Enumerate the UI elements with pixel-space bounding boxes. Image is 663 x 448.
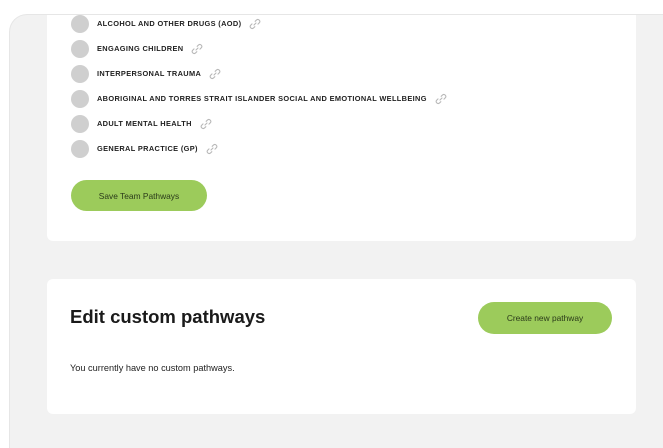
pathway-label: GENERAL PRACTICE (GP) — [97, 144, 198, 153]
pathway-radio[interactable] — [71, 114, 89, 133]
pathway-radio[interactable] — [71, 89, 89, 108]
empty-state-message: You currently have no custom pathways. — [70, 363, 235, 373]
pathway-label: ABORIGINAL AND TORRES STRAIT ISLANDER SO… — [97, 94, 427, 103]
pathway-radio[interactable] — [71, 39, 89, 58]
pathway-label: INTERPERSONAL TRAUMA — [97, 69, 202, 78]
pathway-item-engaging-children[interactable]: ENGAGING CHILDREN — [71, 36, 447, 61]
pathway-label: ENGAGING CHILDREN — [97, 44, 184, 53]
pathway-list: ALCOHOL AND OTHER DRUGS (AOD) ENGAGING C… — [71, 11, 447, 161]
pathway-radio[interactable] — [71, 64, 89, 83]
pathway-item-general-practice[interactable]: GENERAL PRACTICE (GP) — [71, 136, 447, 161]
link-icon[interactable] — [249, 18, 261, 30]
pathway-radio[interactable] — [71, 139, 89, 158]
pathway-item-aod[interactable]: ALCOHOL AND OTHER DRUGS (AOD) — [71, 11, 447, 36]
link-icon[interactable] — [191, 43, 203, 55]
save-team-pathways-button[interactable]: Save Team Pathways — [71, 180, 207, 211]
pathway-item-adult-mental-health[interactable]: ADULT MENTAL HEALTH — [71, 111, 447, 136]
team-pathways-card: ALCOHOL AND OTHER DRUGS (AOD) ENGAGING C… — [47, 14, 636, 241]
link-icon[interactable] — [209, 68, 221, 80]
link-icon[interactable] — [206, 143, 218, 155]
section-title: Edit custom pathways — [70, 306, 266, 327]
link-icon[interactable] — [435, 93, 447, 105]
pathway-label: ADULT MENTAL HEALTH — [97, 119, 192, 128]
pathway-item-interpersonal-trauma[interactable]: INTERPERSONAL TRAUMA — [71, 61, 447, 86]
page-container: ALCOHOL AND OTHER DRUGS (AOD) ENGAGING C… — [9, 14, 663, 448]
create-new-pathway-button[interactable]: Create new pathway — [478, 302, 612, 334]
link-icon[interactable] — [200, 118, 212, 130]
custom-pathways-card — [47, 279, 636, 414]
pathway-item-aboriginal-torres-strait[interactable]: ABORIGINAL AND TORRES STRAIT ISLANDER SO… — [71, 86, 447, 111]
pathway-radio[interactable] — [71, 14, 89, 33]
pathway-label: ALCOHOL AND OTHER DRUGS (AOD) — [97, 19, 242, 28]
